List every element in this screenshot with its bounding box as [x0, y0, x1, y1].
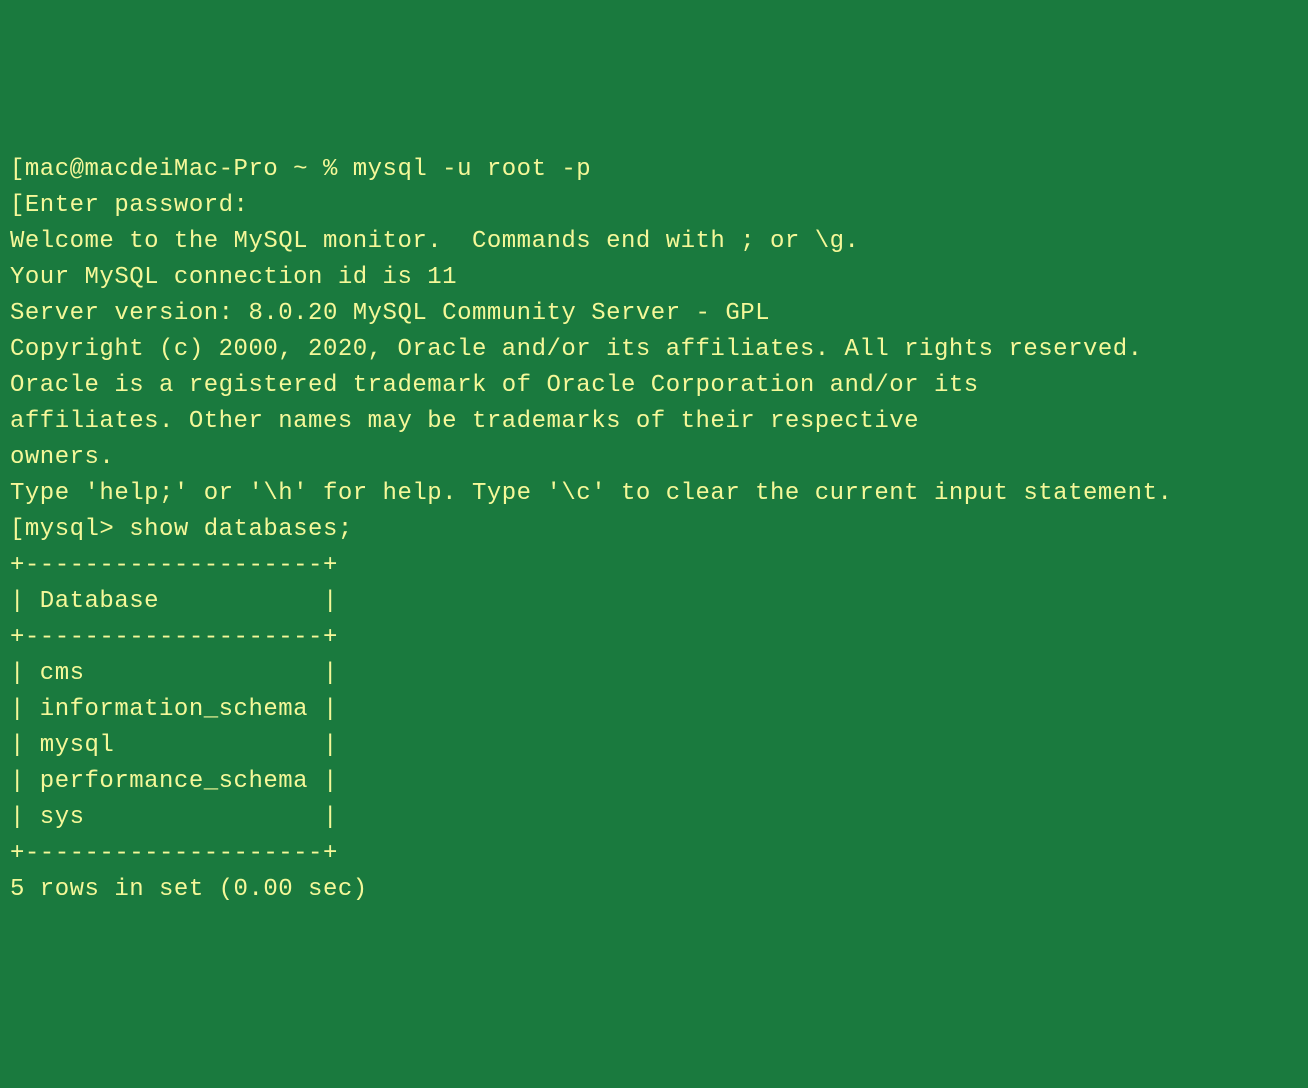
table-row: | cms | [10, 656, 1298, 692]
trademark-line: owners. [10, 440, 1298, 476]
password-prompt: [Enter password: [10, 188, 1298, 224]
welcome-message: Welcome to the MySQL monitor. Commands e… [10, 224, 1298, 260]
shell-prompt-line: [mac@macdeiMac-Pro ~ % mysql -u root -p [10, 152, 1298, 188]
table-header: | Database | [10, 584, 1298, 620]
table-row: | information_schema | [10, 692, 1298, 728]
help-line: Type 'help;' or '\h' for help. Type '\c'… [10, 476, 1298, 512]
connection-id: Your MySQL connection id is 11 [10, 260, 1298, 296]
server-version: Server version: 8.0.20 MySQL Community S… [10, 296, 1298, 332]
table-border: +--------------------+ [10, 836, 1298, 872]
trademark-line: affiliates. Other names may be trademark… [10, 404, 1298, 440]
table-row: | performance_schema | [10, 764, 1298, 800]
terminal-window[interactable]: [mac@macdeiMac-Pro ~ % mysql -u root -p[… [10, 152, 1298, 908]
mysql-prompt-line: [mysql> show databases; [10, 512, 1298, 548]
table-row: | mysql | [10, 728, 1298, 764]
copyright-line: Copyright (c) 2000, 2020, Oracle and/or … [10, 332, 1298, 368]
result-summary: 5 rows in set (0.00 sec) [10, 872, 1298, 908]
table-border: +--------------------+ [10, 548, 1298, 584]
table-border: +--------------------+ [10, 620, 1298, 656]
trademark-line: Oracle is a registered trademark of Orac… [10, 368, 1298, 404]
table-row: | sys | [10, 800, 1298, 836]
